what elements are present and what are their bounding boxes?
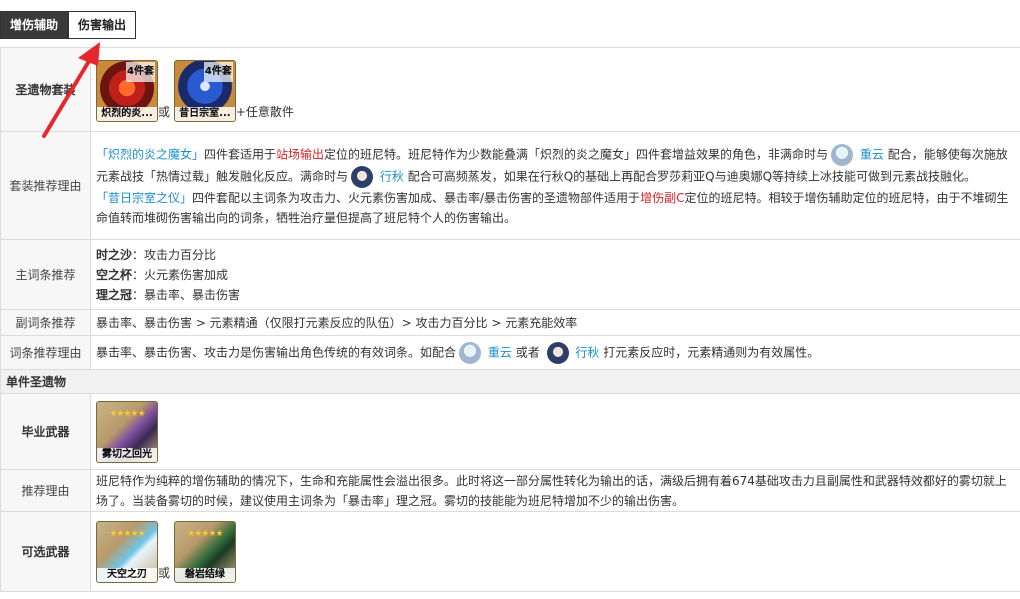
main-stat-circlet: 理之冠：暴击率、暴击伤害 [96,287,241,302]
weapon-name: 雾切之回光 [97,447,157,462]
main-stat-goblet: 空之杯：火元素伤害加成 [96,267,229,282]
set-badge: 4件套 [203,61,233,82]
mistsplitter-sword-icon[interactable]: ★★★★★ 雾切之回光 [96,400,158,463]
skyward-blade-icon[interactable]: ★★★★★ 天空之刃 [96,520,158,583]
chongyun-avatar-icon[interactable] [831,144,854,166]
noblesse-oblige-set-icon[interactable]: 4件套 昔日宗室... [173,59,236,122]
xingqiu-link[interactable]: 行秋 [380,170,404,184]
label-set-reason: 套装推荐理由 [0,131,91,240]
stat-reason-text: 暴击率、暴击伤害、攻击力是伤害输出角色传统的有效词条。如配合 重云 或者 行秋 … [90,335,1020,370]
on-field-dps-highlight: 站场输出 [276,147,325,162]
label-recommend-reason: 推荐理由 [0,469,91,512]
tab-support[interactable]: 增伤辅助 [0,11,69,39]
label-main-stat: 主词条推荐 [0,239,91,310]
chongyun-link[interactable]: 重云 [860,148,884,162]
label-stat-reason: 词条推荐理由 [0,335,91,370]
set-reason-paragraph-1: 「炽烈的炎之魔女」四件套适用于站场输出定位的班尼特。班尼特作为少数能叠满「炽烈的… [96,144,1015,188]
weapon-name: 天空之刃 [97,567,157,582]
tab-bar: 增伤辅助 伤害输出 [0,11,137,39]
sub-dps-highlight: 增伤副C [640,191,685,205]
or-text: 或 [158,565,171,580]
main-stat-sands: 时之沙：攻击力百分比 [96,247,217,262]
xingqiu-link[interactable]: 行秋 [575,345,599,359]
label-sub-stat: 副词条推荐 [0,309,91,336]
label-alt-weapons: 可选武器 [0,511,91,592]
rarity-stars: ★★★★★ [187,528,223,539]
chongyun-link[interactable]: 重云 [488,345,512,359]
xingqiu-avatar-icon[interactable] [351,166,374,188]
weapon-name: 磐岩结绿 [174,567,235,582]
plus-any-text: +任意散件 [235,104,294,119]
set-badge: 4件套 [126,61,155,82]
tab-damage[interactable]: 伤害输出 [68,11,137,39]
label-artifact-set: 圣遗物套装 [0,47,91,132]
label-best-weapon: 毕业武器 [0,393,91,470]
noblesse-oblige-link[interactable]: 「昔日宗室之仪」 [96,191,192,205]
or-text: 或 [158,104,171,119]
section-single-artifact: 单件圣遗物 [0,369,1020,394]
chongyun-avatar-icon[interactable] [459,341,482,364]
set-name: 昔日宗室... [174,106,235,121]
set-reason-paragraph-2: 「昔日宗室之仪」四件套配以主词条为攻击力、火元素伤害加成、暴击率/暴击伤害的圣遗… [96,191,1009,225]
crimson-witch-link[interactable]: 「炽烈的炎之魔女」 [96,148,204,162]
xingqiu-avatar-icon[interactable] [546,341,569,364]
set-name: 炽烈的炎... [97,106,157,121]
recommend-reason-text: 班尼特作为纯粹的增伤辅助的情况下，生命和充能属性会溢出很多。此时将这一部分属性转… [90,469,1020,512]
primordial-jade-cutter-icon[interactable]: ★★★★★ 磐岩结绿 [173,520,236,583]
sub-stat-text: 暴击率、暴击伤害 > 元素精通（仅限打元素反应的队伍）> 攻击力百分比 > 元素… [90,309,1020,336]
rarity-stars: ★★★★★ [109,408,145,419]
build-table: 圣遗物套装 4件套 炽烈的炎... 或 4件套 昔日宗室... +任意散件 套装… [0,47,1020,592]
rarity-stars: ★★★★★ [109,528,145,539]
crimson-witch-set-icon[interactable]: 4件套 炽烈的炎... [96,59,158,122]
